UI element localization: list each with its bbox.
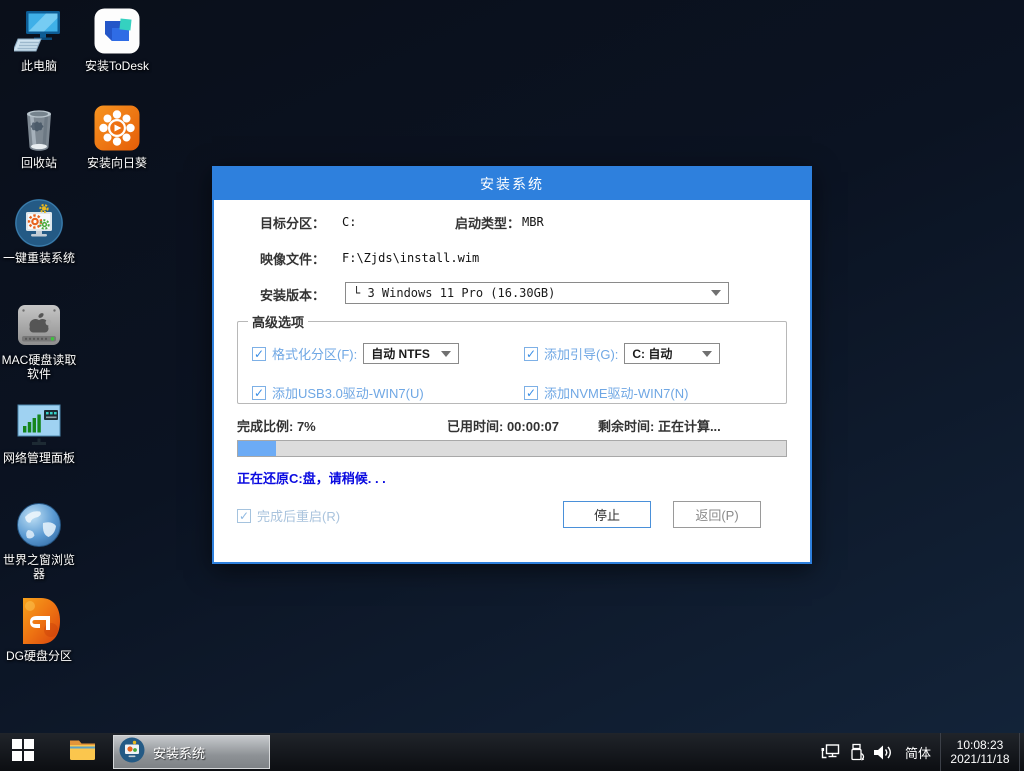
desktop-icon-todesk[interactable]: 安装ToDesk (78, 6, 156, 73)
mac-disk-icon (14, 300, 64, 350)
clock-date: 2021/11/18 (950, 752, 1009, 766)
install-version-value: └ 3 Windows 11 Pro (16.30GB) (353, 286, 555, 300)
clock[interactable]: 10:08:23 2021/11/18 (940, 733, 1020, 771)
desktop-icon-label: 安装向日葵 (87, 156, 147, 170)
boot-type-value: MBR (522, 215, 544, 229)
progress-bar (237, 440, 787, 457)
desktop-icon-label: 世界之窗浏览器 (0, 553, 78, 581)
desktop-icon-label: 一键重装系统 (3, 251, 75, 265)
system-tray: 简体 10:08:23 2021/11/18 (818, 733, 1024, 771)
dialog-title: 安装系统 (480, 174, 544, 194)
desktop-icon-dg-partition[interactable]: DG硬盘分区 (0, 596, 78, 663)
file-explorer-button[interactable] (60, 733, 104, 771)
target-partition-label: 目标分区： (260, 213, 325, 232)
usb3-driver-label: 添加USB3.0驱动-WIN7(U) (272, 383, 424, 402)
format-partition-value: 自动 NTFS (371, 345, 430, 362)
desktop-icon-sunflower[interactable]: 安装向日葵 (78, 103, 156, 170)
desktop-icon-mac-disk[interactable]: MAC硬盘读取软件 (0, 300, 78, 381)
image-file-label: 映像文件： (260, 249, 325, 268)
network-panel-icon (15, 398, 63, 448)
reinstall-system-icon (119, 737, 145, 768)
format-partition-checkbox[interactable]: ✓ (252, 347, 266, 361)
reboot-checkbox[interactable]: ✓ (237, 509, 251, 523)
return-button[interactable]: 返回(P) (673, 501, 761, 528)
format-partition-option: ✓ 格式化分区(F): 自动 NTFS (252, 343, 524, 364)
desktop-icon-this-pc[interactable]: 此电脑 (0, 6, 78, 73)
remaining-label: 剩余时间: 正在计算... (598, 416, 721, 435)
nvme-driver-label: 添加NVME驱动-WIN7(N) (544, 383, 688, 402)
desktop-icon-label: 安装ToDesk (85, 59, 149, 73)
usb3-driver-checkbox[interactable]: ✓ (252, 386, 266, 400)
elapsed-label: 已用时间: 00:00:07 (447, 416, 559, 435)
advanced-options-legend: 高级选项 (248, 312, 308, 331)
nvme-driver-option: ✓ 添加NVME驱动-WIN7(N) (524, 383, 688, 402)
this-pc-icon (14, 6, 64, 56)
status-text: 正在还原C:盘，请稍候. . . (237, 468, 386, 487)
add-boot-value: C: 自动 (632, 345, 672, 362)
start-button[interactable] (0, 733, 46, 771)
volume-icon[interactable] (870, 733, 896, 771)
dg-partition-icon (15, 596, 63, 646)
install-dialog: 安装系统 目标分区： C: 启动类型： MBR 映像文件： F:\Zjds\in… (212, 166, 812, 564)
desktop-icon-recycle-bin[interactable]: 回收站 (0, 103, 78, 170)
desktop-icon-label: 回收站 (21, 156, 57, 170)
chevron-down-icon (441, 351, 451, 357)
desktop-icon-network-panel[interactable]: 网络管理面板 (0, 398, 78, 465)
format-partition-dropdown[interactable]: 自动 NTFS (363, 343, 459, 364)
taskbar-task-label: 安装系统 (153, 743, 205, 762)
input-method-indicator[interactable]: 简体 (896, 743, 940, 762)
stop-button[interactable]: 停止 (563, 501, 651, 528)
reboot-label: 完成后重启(R) (257, 506, 340, 525)
desktop-icon-browser[interactable]: 世界之窗浏览器 (0, 500, 78, 581)
boot-type-label: 启动类型： (455, 213, 520, 232)
target-partition-value: C: (342, 215, 356, 229)
usb3-driver-option: ✓ 添加USB3.0驱动-WIN7(U) (252, 383, 524, 402)
todesk-icon (93, 6, 141, 56)
folder-icon (69, 738, 96, 766)
browser-icon (15, 500, 63, 550)
dialog-body: 目标分区： C: 启动类型： MBR 映像文件： F:\Zjds\install… (214, 200, 810, 562)
windows-logo-icon (12, 739, 34, 766)
progress-fill (238, 441, 276, 456)
format-partition-label: 格式化分区(F): (272, 344, 357, 363)
network-icon[interactable] (818, 733, 844, 771)
usb-icon[interactable] (844, 733, 870, 771)
completion-label: 完成比例: 7% (237, 416, 316, 435)
add-boot-option: ✓ 添加引导(G): C: 自动 (524, 343, 720, 364)
reboot-option: ✓ 完成后重启(R) (237, 506, 340, 525)
desktop-icon-reinstall[interactable]: 一键重装系统 (0, 198, 78, 265)
advanced-options-fieldset: 高级选项 ✓ 格式化分区(F): 自动 NTFS ✓ 添加引导(G): C: 自… (237, 312, 787, 404)
taskbar-task-install-system[interactable]: 安装系统 (113, 735, 270, 769)
desktop-icon-label: 此电脑 (21, 59, 57, 73)
image-file-value: F:\Zjds\install.wim (342, 251, 479, 265)
install-version-label: 安装版本： (260, 285, 325, 304)
add-boot-label: 添加引导(G): (544, 344, 618, 363)
taskbar: 安装系统 简体 (0, 733, 1024, 771)
desktop-icon-label: DG硬盘分区 (6, 649, 72, 663)
add-boot-dropdown[interactable]: C: 自动 (624, 343, 720, 364)
nvme-driver-checkbox[interactable]: ✓ (524, 386, 538, 400)
clock-time: 10:08:23 (957, 738, 1004, 752)
chevron-down-icon (702, 351, 712, 357)
desktop-icon-label: MAC硬盘读取软件 (0, 353, 78, 381)
install-version-dropdown[interactable]: └ 3 Windows 11 Pro (16.30GB) (345, 282, 729, 304)
dialog-titlebar[interactable]: 安装系统 (214, 168, 810, 200)
desktop-icon-label: 网络管理面板 (3, 451, 75, 465)
add-boot-checkbox[interactable]: ✓ (524, 347, 538, 361)
sunflower-icon (93, 103, 141, 153)
reinstall-system-icon (14, 198, 64, 248)
recycle-bin-icon (15, 103, 63, 153)
chevron-down-icon (711, 290, 721, 296)
